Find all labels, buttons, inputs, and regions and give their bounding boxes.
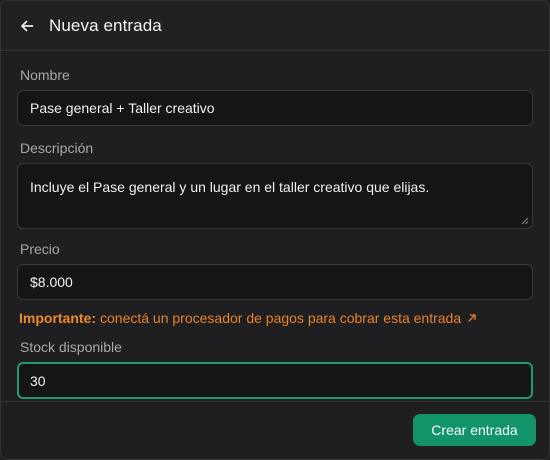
price-input[interactable]: $8.000 bbox=[17, 264, 533, 300]
dialog-title: Nueva entrada bbox=[49, 15, 162, 35]
new-entry-dialog: Nueva entrada Nombre Pase general + Tall… bbox=[0, 0, 550, 460]
back-button[interactable] bbox=[17, 16, 37, 36]
name-input[interactable]: Pase general + Taller creativo bbox=[17, 90, 533, 126]
notice-strong-text: Importante: bbox=[19, 310, 96, 326]
stock-input-value: 30 bbox=[30, 372, 46, 389]
form-body: Nombre Pase general + Taller creativo De… bbox=[1, 51, 549, 403]
name-label: Nombre bbox=[20, 67, 70, 83]
price-input-value: $8.000 bbox=[30, 274, 73, 290]
stock-input[interactable]: 30 bbox=[17, 362, 533, 399]
name-input-value: Pase general + Taller creativo bbox=[30, 100, 215, 116]
create-entry-button[interactable]: Crear entrada bbox=[413, 414, 536, 446]
stock-label: Stock disponible bbox=[20, 339, 122, 355]
resize-handle-icon[interactable] bbox=[521, 217, 529, 225]
dialog-footer: Crear entrada bbox=[1, 401, 549, 459]
price-label: Precio bbox=[20, 241, 60, 257]
payment-processor-notice[interactable]: Importante: conectá un procesador de pag… bbox=[19, 310, 533, 326]
description-textarea[interactable]: Incluye el Pase general y un lugar en el… bbox=[17, 163, 533, 229]
arrow-left-icon bbox=[21, 20, 34, 31]
description-label: Descripción bbox=[20, 140, 94, 156]
notice-link-text[interactable]: conectá un procesador de pagos para cobr… bbox=[100, 310, 461, 326]
description-textarea-value: Incluye el Pase general y un lugar en el… bbox=[30, 179, 430, 195]
dialog-header: Nueva entrada bbox=[1, 1, 549, 51]
external-link-arrow-icon bbox=[467, 313, 477, 323]
